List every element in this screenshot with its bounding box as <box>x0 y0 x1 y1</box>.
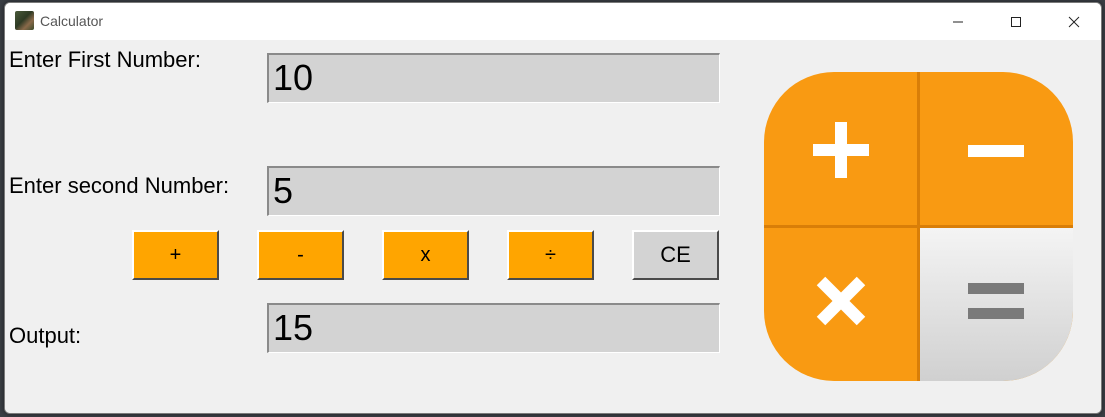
first-number-input[interactable]: 10 <box>267 53 720 103</box>
close-icon <box>1068 16 1080 27</box>
minimize-button[interactable] <box>935 3 981 40</box>
minimize-icon <box>953 21 963 22</box>
title-bar[interactable]: Calculator <box>5 3 1101 40</box>
output-label: Output: <box>9 323 82 348</box>
clear-button[interactable]: CE <box>632 230 719 280</box>
app-icon <box>15 11 34 30</box>
calculator-logo-icon <box>764 72 1073 381</box>
maximize-button[interactable] <box>993 3 1039 40</box>
second-number-label: Enter second Number: <box>9 173 230 198</box>
maximize-icon <box>1011 16 1021 27</box>
add-button[interactable]: + <box>132 230 219 280</box>
output-field: 15 <box>267 303 720 353</box>
window-title: Calculator <box>40 13 104 29</box>
close-button[interactable] <box>1051 3 1097 40</box>
calculator-window: Calculator Enter First Number: 10 Enter … <box>4 2 1102 414</box>
minus-symbol <box>968 145 1024 157</box>
subtract-button[interactable]: - <box>257 230 344 280</box>
divide-button[interactable]: ÷ <box>507 230 594 280</box>
multiply-button[interactable]: x <box>382 230 469 280</box>
first-number-label: Enter First Number: <box>9 47 201 72</box>
calculator-body: Enter First Number: 10 Enter second Numb… <box>5 40 1101 413</box>
second-number-input[interactable]: 5 <box>267 166 720 216</box>
